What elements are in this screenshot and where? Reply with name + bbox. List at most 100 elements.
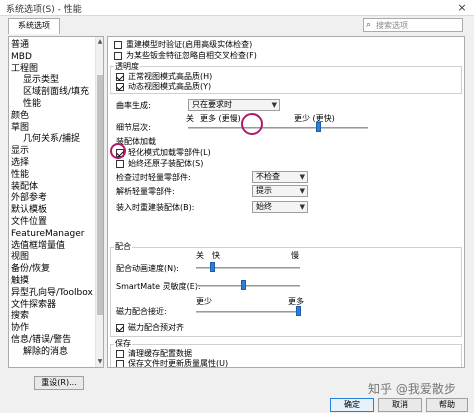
curvature-select[interactable]: 只在要求时 ▼ xyxy=(188,99,280,111)
detail-slider-track[interactable] xyxy=(188,127,368,129)
tree-item[interactable]: 选值框增量值 xyxy=(11,241,65,252)
detail-highlight-circle xyxy=(241,113,263,135)
resolve-lightweight-value: 提示 xyxy=(256,186,272,195)
detail-off-label: 关 xyxy=(186,114,194,123)
reset-button[interactable]: 重设(R)... xyxy=(34,376,84,390)
lightweight-highlight-circle xyxy=(110,143,126,159)
tree-item[interactable]: 触摸 xyxy=(11,276,29,287)
rebuild-check-checkbox[interactable] xyxy=(114,41,122,49)
search-icon: ⌕ xyxy=(366,20,372,30)
tree-item[interactable]: 区域剖面线/填充 xyxy=(23,87,89,98)
proximity-track[interactable] xyxy=(196,311,300,313)
rebuild-on-load-value: 始终 xyxy=(256,202,272,211)
update-mass-checkbox[interactable] xyxy=(116,360,124,367)
magnetic-prealign-label: 磁力配合预对齐 xyxy=(128,323,184,332)
chevron-down-icon: ▼ xyxy=(299,173,305,181)
cancel-button[interactable]: 取消 xyxy=(378,398,422,412)
tree-item[interactable]: 显示 xyxy=(11,146,29,157)
tree-item[interactable]: FeatureManager xyxy=(11,229,84,240)
transparency-normal-label: 正常视图模式高品质(H) xyxy=(128,72,213,81)
transparency-dynamic-checkbox[interactable] xyxy=(116,83,124,91)
detail-slider-thumb[interactable] xyxy=(315,122,321,132)
tree-item[interactable]: 信息/错误/警告 xyxy=(11,335,71,346)
resolve-lightweight-label: 解析轻量零部件: xyxy=(116,187,175,196)
transparency-normal-checkbox[interactable] xyxy=(116,73,124,81)
check-outdated-value: 不检查 xyxy=(256,172,280,181)
rebuild-on-load-select[interactable]: 始终 ▼ xyxy=(252,201,308,213)
tree-item[interactable]: 普通 xyxy=(11,40,29,51)
tree-item[interactable]: 视图 xyxy=(11,252,29,263)
update-mass-label: 保存文件时更新质量属性(U) xyxy=(128,359,229,368)
tree-item[interactable]: 选择 xyxy=(11,158,29,169)
resolve-lightweight-select[interactable]: 提示 ▼ xyxy=(252,185,308,197)
check-outdated-select[interactable]: 不检查 ▼ xyxy=(252,171,308,183)
transparency-dynamic-label: 动态视图模式高品质(Y) xyxy=(128,82,212,91)
tree-item[interactable]: 文件位置 xyxy=(11,217,47,228)
proximity-label: 磁力配合接近: xyxy=(116,307,167,316)
tree-item[interactable]: MBD xyxy=(11,52,32,63)
smartmate-track[interactable] xyxy=(196,285,300,287)
performance-panel: 重建模型时验证(启用高级实体检查) 为某些钣金特征忽略自相交叉检查(F) 透明度… xyxy=(107,36,465,368)
curvature-label: 曲率生成: xyxy=(116,101,151,110)
tree-item[interactable]: 工程图 xyxy=(11,64,38,75)
proximity-thumb[interactable] xyxy=(295,306,301,316)
detail-more-label: 更多 (更慢) xyxy=(200,114,241,123)
tree-item[interactable]: 文件探索器 xyxy=(11,300,56,311)
detail-label: 细节层次: xyxy=(116,123,151,132)
tree-scrollbar[interactable]: ▲ ▼ xyxy=(95,37,103,367)
options-tree: ▲ ▼ 普通 MBD 工程图 显示类型 区域剖面线/填充 性能 颜色 草图 几何关系/捕捉 显示选… xyxy=(8,36,104,368)
smartmate-label: SmartMate 灵敏度(E): xyxy=(116,282,201,291)
tree-item[interactable]: 默认模板 xyxy=(11,205,47,216)
sheetmetal-check-label: 为某些钣金特征忽略自相交叉检查(F) xyxy=(126,51,257,60)
tree-item[interactable]: 装配体 xyxy=(11,182,38,193)
chevron-down-icon: ▼ xyxy=(299,187,305,195)
save-title: 保存 xyxy=(114,339,132,349)
restore-subassembly-checkbox[interactable] xyxy=(116,160,124,168)
smartmate-thumb[interactable] xyxy=(240,280,246,290)
magnetic-prealign-checkbox[interactable] xyxy=(116,324,124,332)
tree-item[interactable]: 显示类型 xyxy=(23,75,59,86)
tree-item[interactable]: 备份/恢复 xyxy=(11,264,50,275)
scrollbar-thumb[interactable] xyxy=(97,75,103,315)
tree-item[interactable]: 异型孔向导/Toolbox xyxy=(11,288,93,299)
tree-item[interactable]: 性能 xyxy=(11,170,29,181)
sheetmetal-check-checkbox[interactable] xyxy=(114,52,122,60)
title-bar: 系统选项(S) - 性能 × xyxy=(0,0,474,16)
mate-speed-thumb[interactable] xyxy=(209,262,215,272)
lightweight-label: 轻化模式加载零部件(L) xyxy=(128,148,211,157)
clear-cache-label: 清理缓存配置数据 xyxy=(128,349,192,358)
rebuild-on-load-label: 装入时重建装配体(B): xyxy=(116,203,195,212)
search-box[interactable]: ⌕ xyxy=(363,18,463,32)
mates-slow-label: 慢 xyxy=(291,251,299,260)
tree-item[interactable]: 协作 xyxy=(11,323,29,334)
window-title: 系统选项(S) - 性能 xyxy=(6,5,82,15)
tree-item[interactable]: 几何关系/捕捉 xyxy=(23,134,80,145)
ok-button[interactable]: 确定 xyxy=(330,398,374,412)
scroll-down-icon[interactable]: ▼ xyxy=(96,358,103,366)
detail-less-label: 更少 (更快) xyxy=(294,114,335,123)
chevron-down-icon: ▼ xyxy=(299,203,305,211)
tree-item[interactable]: 解除的消息 xyxy=(23,347,68,358)
restore-subassembly-label: 始终还原子装配体(S) xyxy=(128,159,204,168)
tree-item[interactable]: 搜索 xyxy=(11,311,29,322)
tree-item[interactable]: 外部参考 xyxy=(11,193,47,204)
scroll-up-icon[interactable]: ▲ xyxy=(96,38,103,46)
mates-off-label: 关 xyxy=(196,251,204,260)
rebuild-check-label: 重建模型时验证(启用高级实体检查) xyxy=(126,40,253,49)
curvature-value: 只在要求时 xyxy=(192,100,232,109)
chevron-down-icon: ▼ xyxy=(271,101,277,109)
tab-system-options[interactable]: 系统选项 xyxy=(8,18,60,34)
help-button[interactable]: 帮助 xyxy=(426,398,468,412)
check-outdated-label: 检查过时轻量零部件: xyxy=(116,173,191,182)
tree-item[interactable]: 颜色 xyxy=(11,111,29,122)
clear-cache-checkbox[interactable] xyxy=(116,350,124,358)
close-icon[interactable]: × xyxy=(452,0,472,15)
tree-item[interactable]: 草图 xyxy=(11,123,29,134)
mates-title: 配合 xyxy=(114,242,132,252)
watermark-text: 知乎 @我爱散步 xyxy=(368,382,456,396)
search-input[interactable] xyxy=(376,20,460,30)
mate-speed-label: 配合动画速度(N): xyxy=(116,264,179,273)
proximity-less-label: 更少 xyxy=(196,297,212,306)
tree-item[interactable]: 性能 xyxy=(23,99,41,110)
mates-fast-label: 快 xyxy=(212,251,220,260)
